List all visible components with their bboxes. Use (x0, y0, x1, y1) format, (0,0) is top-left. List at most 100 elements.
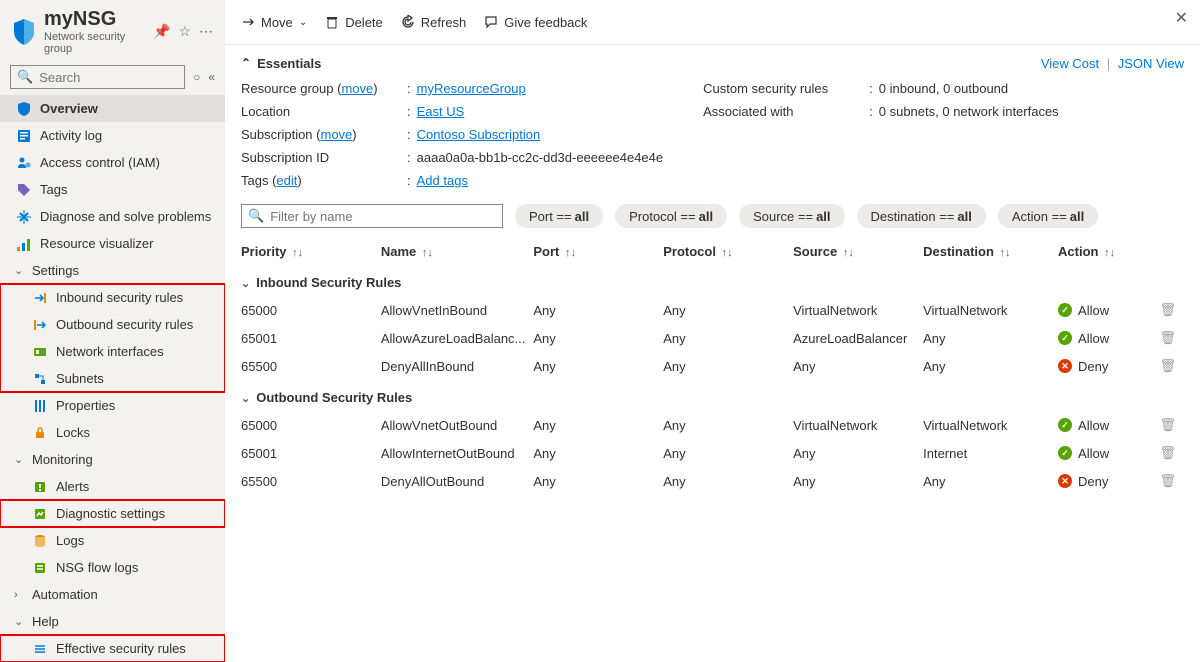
visualizer-icon (16, 236, 32, 252)
sidebar-item-flow-logs[interactable]: NSG flow logs (0, 554, 225, 581)
chevron-down-icon: ⌄ (241, 278, 250, 290)
ess-subid-label: Subscription ID (241, 150, 401, 165)
chevron-down-icon: ⌄ (241, 393, 250, 405)
sidebar-item-subnets[interactable]: Subnets (0, 365, 225, 392)
ess-location-value[interactable]: East US (417, 104, 465, 119)
view-cost-link[interactable]: View Cost (1041, 56, 1099, 71)
table-row[interactable]: 65001AllowInternetOutBoundAnyAnyAnyInter… (241, 439, 1184, 467)
sidebar-item-tags[interactable]: Tags (0, 176, 225, 203)
sidebar-group-help[interactable]: ⌄ Help (0, 608, 225, 635)
table-row[interactable]: 65000AllowVnetInBoundAnyAnyVirtualNetwor… (241, 296, 1184, 324)
col-name[interactable]: Name ↑↓ (381, 238, 534, 265)
sidebar-search[interactable]: 🔍 (10, 65, 185, 89)
move-button[interactable]: Move ⌄ (241, 15, 307, 30)
sidebar-item-overview[interactable]: Overview (0, 95, 225, 122)
col-destination[interactable]: Destination ↑↓ (923, 238, 1058, 265)
sidebar-search-input[interactable] (37, 69, 178, 86)
filter-name-input[interactable] (268, 208, 496, 225)
pin-icon[interactable]: 📌 (153, 23, 170, 40)
sidebar-item-visualizer[interactable]: Resource visualizer (0, 230, 225, 257)
table-row[interactable]: 65001AllowAzureLoadBalanc...AnyAnyAzureL… (241, 324, 1184, 352)
sidebar-item-iam[interactable]: Access control (IAM) (0, 149, 225, 176)
table-row[interactable]: 65500DenyAllInBoundAnyAnyAnyAny✕Deny🗑 (241, 352, 1184, 380)
sidebar-item-inbound-rules[interactable]: Inbound security rules (0, 284, 225, 311)
sidebar-item-alerts[interactable]: Alerts (0, 473, 225, 500)
sidebar-item-diagnostic-settings[interactable]: Diagnostic settings (0, 500, 225, 527)
delete-row-icon[interactable]: 🗑 (1159, 358, 1176, 373)
add-tags-link[interactable]: Add tags (417, 173, 468, 188)
filter-pill-port[interactable]: Port == all (515, 204, 603, 228)
essentials-grid: Resource group (move) : myResourceGroup … (241, 81, 1184, 188)
shield-small-icon (16, 101, 32, 117)
search-icon: 🔍 (248, 208, 264, 224)
filter-pill-protocol[interactable]: Protocol == all (615, 204, 727, 228)
ess-custom-rules-value: 0 inbound, 0 outbound (879, 81, 1008, 96)
delete-row-icon[interactable]: 🗑 (1159, 445, 1176, 460)
ess-assoc-value: 0 subnets, 0 network interfaces (879, 104, 1059, 119)
sidebar-item-activity-log[interactable]: Activity log (0, 122, 225, 149)
delete-row-icon[interactable]: 🗑 (1159, 330, 1176, 345)
filter-pill-action[interactable]: Action == all (998, 204, 1098, 228)
chevron-up-icon: ⌃ (241, 56, 251, 70)
properties-icon (32, 398, 48, 414)
ess-location-label: Location (241, 104, 401, 119)
sidebar-item-locks[interactable]: Locks (0, 419, 225, 446)
delete-row-icon[interactable]: 🗑 (1159, 473, 1176, 488)
iam-icon (16, 155, 32, 171)
diag-settings-icon (32, 506, 48, 522)
col-port[interactable]: Port ↑↓ (533, 238, 663, 265)
col-priority[interactable]: Priority ↑↓ (241, 238, 381, 265)
sidebar-item-network-interfaces[interactable]: Network interfaces (0, 338, 225, 365)
more-icon[interactable]: ⋯ (199, 23, 213, 40)
col-action[interactable]: Action ↑↓ (1058, 238, 1158, 265)
refresh-button[interactable]: Refresh (401, 15, 467, 30)
col-source[interactable]: Source ↑↓ (793, 238, 923, 265)
edit-tags-link[interactable]: edit (276, 173, 297, 188)
inbound-icon (32, 290, 48, 306)
star-icon[interactable]: ☆ (178, 23, 191, 40)
delete-row-icon[interactable]: 🗑 (1159, 302, 1176, 317)
sidebar-item-properties[interactable]: Properties (0, 392, 225, 419)
essentials-toggle[interactable]: ⌃ Essentials (241, 56, 321, 71)
sidebar-item-outbound-rules[interactable]: Outbound security rules (0, 311, 225, 338)
sidebar-group-automation[interactable]: › Automation (0, 581, 225, 608)
rules-table: Priority ↑↓ Name ↑↓ Port ↑↓ Protocol ↑↓ … (241, 238, 1184, 495)
sidebar-item-effective-rules[interactable]: Effective security rules (0, 635, 225, 662)
filter-pill-destination[interactable]: Destination == all (857, 204, 986, 228)
filter-pill-source[interactable]: Source == all (739, 204, 844, 228)
circle-icon[interactable]: ○ (193, 70, 200, 84)
sidebar-group-monitoring[interactable]: ⌄ Monitoring (0, 446, 225, 473)
move-icon (241, 15, 255, 29)
delete-button[interactable]: Delete (325, 15, 383, 30)
move-sub-link[interactable]: move (321, 127, 353, 142)
sidebar-group-settings[interactable]: ⌄ Settings (0, 257, 225, 284)
collapse-icon[interactable]: « (208, 70, 215, 84)
filter-name-box[interactable]: 🔍 (241, 204, 503, 228)
resource-title: myNSG (44, 8, 149, 31)
table-group-row[interactable]: ⌄Outbound Security Rules (241, 380, 1184, 411)
chevron-right-icon: › (14, 589, 28, 601)
ess-sub-value[interactable]: Contoso Subscription (417, 127, 541, 142)
filter-row: 🔍 Port == all Protocol == all Source == … (241, 204, 1184, 228)
json-view-link[interactable]: JSON View (1118, 56, 1184, 71)
delete-row-icon[interactable]: 🗑 (1159, 417, 1176, 432)
ess-rg-value[interactable]: myResourceGroup (417, 81, 526, 96)
feedback-button[interactable]: Give feedback (484, 15, 587, 30)
ess-tags-label: Tags (241, 173, 268, 188)
deny-icon: ✕ (1058, 474, 1072, 488)
col-protocol[interactable]: Protocol ↑↓ (663, 238, 793, 265)
allow-icon: ✓ (1058, 418, 1072, 432)
deny-icon: ✕ (1058, 359, 1072, 373)
lock-icon (32, 425, 48, 441)
flow-logs-icon (32, 560, 48, 576)
sidebar-item-diagnose[interactable]: Diagnose and solve problems (0, 203, 225, 230)
tag-icon (16, 182, 32, 198)
table-row[interactable]: 65000AllowVnetOutBoundAnyAnyVirtualNetwo… (241, 411, 1184, 439)
sidebar-item-logs[interactable]: Logs (0, 527, 225, 554)
move-rg-link[interactable]: move (341, 81, 373, 96)
resource-header: myNSG Network security group 📌 ☆ ⋯ (0, 0, 225, 59)
allow-icon: ✓ (1058, 331, 1072, 345)
table-group-row[interactable]: ⌄Inbound Security Rules (241, 265, 1184, 296)
table-row[interactable]: 65500DenyAllOutBoundAnyAnyAnyAny✕Deny🗑 (241, 467, 1184, 495)
close-icon[interactable]: ✕ (1175, 8, 1188, 28)
